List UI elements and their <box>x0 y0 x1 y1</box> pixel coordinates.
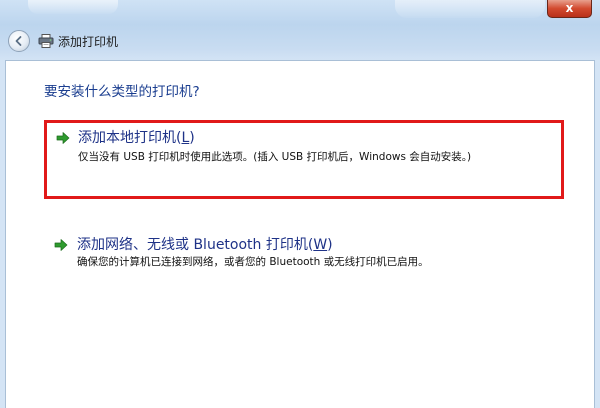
page-heading: 要安装什么类型的打印机? <box>44 84 200 100</box>
accelerator-key: W <box>313 237 328 253</box>
option-title-text: 添加网络、无线或 Bluetooth 打印机( <box>77 237 314 253</box>
add-printer-window: x 添加打印机 要安装什么类型的打印机? 添加本地打印机(L) 仅当没有 USB… <box>0 0 600 408</box>
title-bar: x <box>0 0 600 22</box>
back-arrow-icon <box>15 36 22 46</box>
window-title: 添加打印机 <box>58 35 119 49</box>
title-bar-glass <box>28 0 118 14</box>
content-panel: 要安装什么类型的打印机? 添加本地打印机(L) 仅当没有 USB 打印机时使用此… <box>5 60 595 408</box>
close-icon: x <box>565 1 574 15</box>
close-button[interactable]: x <box>547 0 592 18</box>
add-local-printer-option[interactable]: 添加本地打印机(L) 仅当没有 USB 打印机时使用此选项。(插入 USB 打印… <box>44 120 564 199</box>
title-bar-glass-right <box>395 0 545 18</box>
option-title-text: 添加本地打印机( <box>78 130 182 146</box>
green-arrow-icon <box>54 239 68 251</box>
back-button[interactable] <box>8 30 30 52</box>
add-local-printer-description: 仅当没有 USB 打印机时使用此选项。(插入 USB 打印机后，Windows … <box>78 151 472 163</box>
printer-icon <box>38 34 54 48</box>
add-local-printer-label: 添加本地打印机(L) <box>78 127 195 147</box>
option-title-end: ) <box>189 130 195 146</box>
navigation-bar: 添加打印机 <box>0 22 600 60</box>
add-network-printer-label: 添加网络、无线或 Bluetooth 打印机(W) <box>77 234 333 254</box>
add-network-printer-description: 确保您的计算机已连接到网络，或者您的 Bluetooth 或无线打印机已启用。 <box>77 256 429 268</box>
add-network-printer-option[interactable]: 添加网络、无线或 Bluetooth 打印机(W) 确保您的计算机已连接到网络，… <box>44 228 564 278</box>
option-title-end: ) <box>327 237 333 253</box>
green-arrow-icon <box>56 132 70 144</box>
